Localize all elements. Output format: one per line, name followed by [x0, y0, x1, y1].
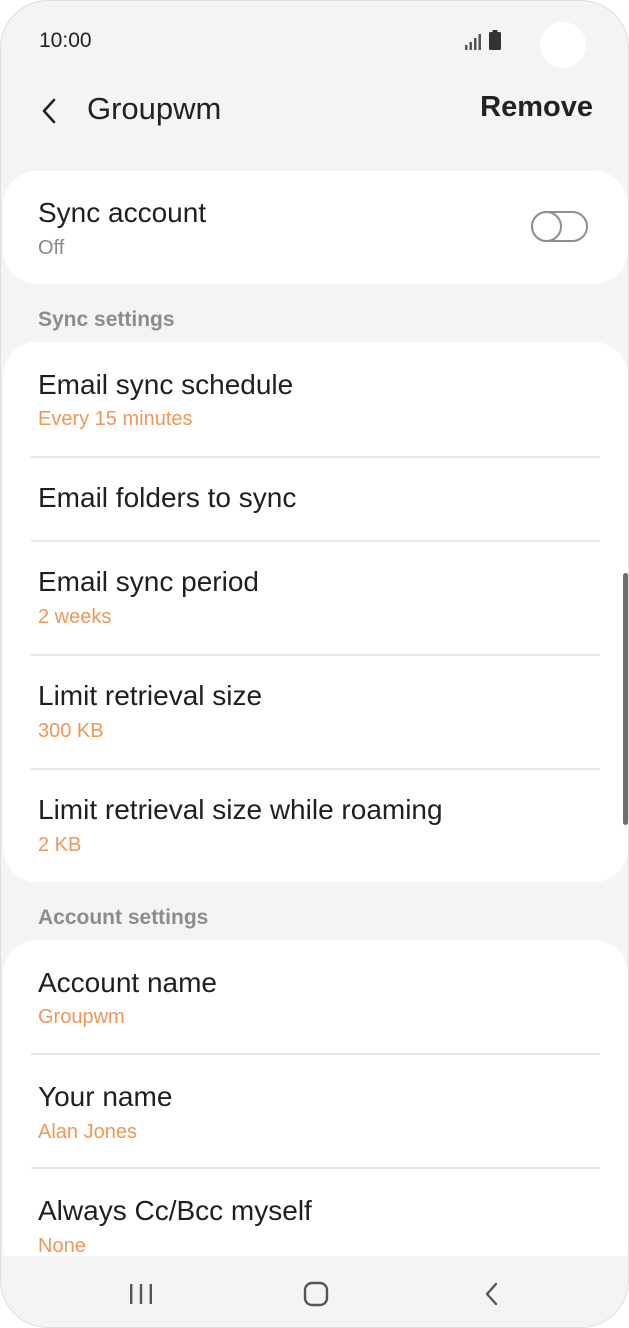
battery-icon — [489, 30, 501, 50]
scrollbar[interactable] — [623, 573, 628, 825]
recents-button[interactable] — [116, 1276, 166, 1312]
list-item-title: Limit retrieval size — [38, 680, 263, 711]
list-item-value: Every 15 minutes — [38, 408, 193, 430]
signal-icon — [465, 34, 481, 50]
list-item-limit-retrieval-size-roaming[interactable]: Limit retrieval size while roaming 2 KB — [3, 770, 628, 882]
home-icon — [303, 1281, 329, 1307]
camera-cutout — [540, 22, 586, 68]
sync-account-state: Off — [38, 237, 65, 259]
list-item-limit-retrieval-size[interactable]: Limit retrieval size 300 KB — [3, 656, 628, 768]
navigation-bar — [1, 1256, 628, 1327]
back-icon — [485, 1282, 498, 1306]
sync-account-toggle[interactable] — [531, 211, 588, 242]
remove-button[interactable]: Remove — [480, 91, 593, 124]
section-header-sync-settings: Sync settings — [38, 308, 175, 331]
sync-account-card: Sync account Off — [3, 171, 628, 284]
list-item-title: Email sync schedule — [38, 369, 294, 400]
nav-back-button[interactable] — [467, 1276, 517, 1312]
list-item-title: Always Cc/Bcc myself — [38, 1195, 312, 1226]
sync-account-row[interactable]: Sync account Off — [3, 171, 628, 284]
status-bar: 10:00 — [1, 1, 628, 81]
list-item-value: 2 weeks — [38, 606, 112, 628]
sync-account-title: Sync account — [38, 197, 207, 228]
list-item-title: Your name — [38, 1081, 173, 1112]
toggle-knob — [531, 211, 562, 242]
list-item-account-name[interactable]: Account name Groupwm — [3, 940, 628, 1054]
list-item-title: Email folders to sync — [38, 482, 297, 513]
page-title: Groupwm — [87, 91, 222, 126]
list-item-email-folders-to-sync[interactable]: Email folders to sync — [3, 458, 628, 540]
list-item-value: Alan Jones — [38, 1121, 137, 1143]
recents-icon — [130, 1284, 152, 1304]
section-header-account-settings: Account settings — [38, 906, 209, 929]
chevron-left-icon — [42, 98, 56, 124]
back-button[interactable] — [29, 89, 69, 133]
list-item-title: Account name — [38, 967, 217, 998]
phone-screen: 10:00 Groupwm Remove Sync account Off Sy… — [0, 0, 629, 1328]
list-item-title: Limit retrieval size while roaming — [38, 794, 443, 825]
app-header: Groupwm Remove — [1, 81, 628, 141]
list-item-value: None — [38, 1235, 86, 1257]
home-button[interactable] — [291, 1276, 341, 1312]
list-item-value: Groupwm — [38, 1006, 125, 1028]
list-item-value: 300 KB — [38, 720, 104, 742]
list-item-email-sync-period[interactable]: Email sync period 2 weeks — [3, 542, 628, 654]
list-item-your-name[interactable]: Your name Alan Jones — [3, 1055, 628, 1167]
sync-settings-card: Email sync schedule Every 15 minutes Ema… — [3, 342, 628, 882]
list-item-email-sync-schedule[interactable]: Email sync schedule Every 15 minutes — [3, 342, 628, 456]
list-item-title: Email sync period — [38, 566, 259, 597]
list-item-value: 2 KB — [38, 834, 82, 856]
status-time: 10:00 — [39, 29, 92, 52]
account-settings-card: Account name Groupwm Your name Alan Jone… — [3, 940, 628, 1280]
